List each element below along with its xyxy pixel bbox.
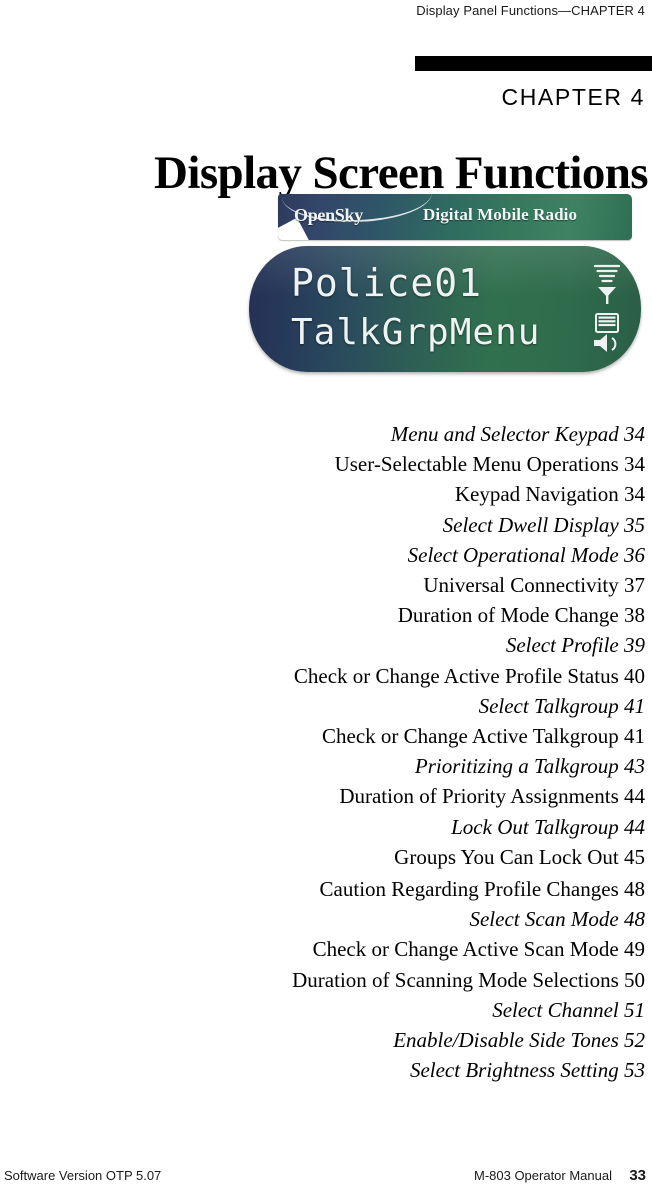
page-number: 33 <box>629 1167 646 1184</box>
toc-entry[interactable]: Menu and Selector Keypad 34 <box>0 419 645 449</box>
lcd-line-1-talkgroup: Police01 <box>291 261 483 305</box>
toc-entry[interactable]: Check or Change Active Profile Status 40 <box>0 661 645 691</box>
toc-entry[interactable]: Select Operational Mode 36 <box>0 540 645 570</box>
lcd-status-icons <box>587 260 627 360</box>
toc-entry[interactable]: Keypad Navigation 34 <box>0 479 645 509</box>
radio-tagline-label: Digital Mobile Radio <box>423 205 578 224</box>
toc-entry[interactable]: Groups You Can Lock Out 45 <box>0 842 645 872</box>
toc-entry[interactable]: Check or Change Active Scan Mode 49 <box>0 934 645 964</box>
toc-entry[interactable]: Select Dwell Display 35 <box>0 510 645 540</box>
toc-entry[interactable]: Select Talkgroup 41 <box>0 691 645 721</box>
running-header: Display Panel Functions—CHAPTER 4 <box>416 3 645 18</box>
page-footer: Software Version OTP 5.07 M-803 Operator… <box>0 1167 652 1188</box>
radio-display-figure: OpenSky Digital Mobile Radio Police01 Ta… <box>249 194 641 380</box>
toc-entry[interactable]: Lock Out Talkgroup 44 <box>0 812 645 842</box>
toc-entry[interactable]: Check or Change Active Talkgroup 41 <box>0 721 645 751</box>
toc-entry[interactable]: Duration of Mode Change 38 <box>0 600 645 630</box>
toc-entry[interactable]: User-Selectable Menu Operations 34 <box>0 449 645 479</box>
toc-entry[interactable]: Select Brightness Setting 53 <box>0 1055 645 1085</box>
toc-entry[interactable]: Select Profile 39 <box>0 630 645 660</box>
toc-entry[interactable]: Duration of Priority Assignments 44 <box>0 781 645 811</box>
chapter-number: CHAPTER 4 <box>501 84 645 110</box>
lcd-line-2-menu: TalkGrpMenu <box>291 312 541 353</box>
lcd-screen: Police01 TalkGrpMenu <box>249 246 641 372</box>
manual-name-label: M-803 Operator Manual <box>473 1168 612 1183</box>
chapter-rule <box>415 56 652 71</box>
toc-entry[interactable]: Select Scan Mode 48 <box>0 904 645 934</box>
toc-entry[interactable]: Prioritizing a Talkgroup 43 <box>0 751 645 781</box>
toc-entry[interactable]: Select Channel 51 <box>0 995 645 1025</box>
battery-speaker-icon <box>594 313 619 352</box>
toc-entry[interactable]: Caution Regarding Profile Changes 48 <box>0 874 645 904</box>
chapter-contents-list: Menu and Selector Keypad 34 User-Selectab… <box>0 419 645 1085</box>
software-version-label: Software Version OTP 5.07 <box>4 1168 162 1183</box>
toc-entry[interactable]: Enable/Disable Side Tones 52 <box>0 1025 645 1055</box>
opensky-brand-label: OpenSky <box>294 205 363 225</box>
signal-strength-icon <box>593 264 621 304</box>
toc-entry[interactable]: Universal Connectivity 37 <box>0 570 645 600</box>
toc-entry[interactable]: Duration of Scanning Mode Selections 50 <box>0 965 645 995</box>
radio-banner: OpenSky Digital Mobile Radio <box>278 194 632 240</box>
